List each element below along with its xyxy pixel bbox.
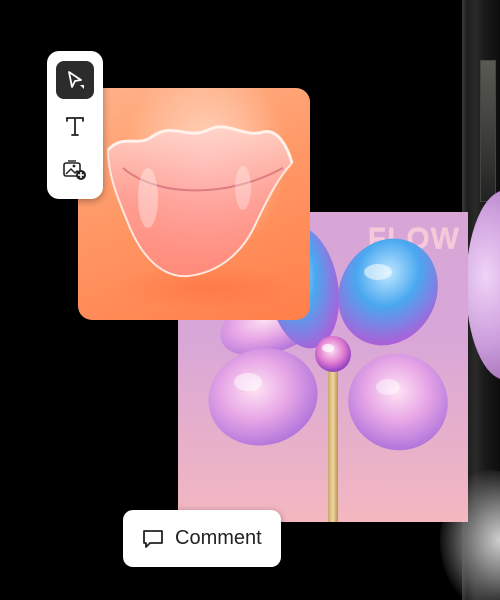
glass-bowl-illustration: [106, 125, 298, 310]
glass-bowl-image-card[interactable]: [78, 88, 310, 320]
select-tool-button[interactable]: [56, 61, 94, 99]
comment-button[interactable]: Comment: [123, 510, 281, 567]
comment-button-label: Comment: [175, 527, 262, 549]
canvas-stage: FLOW Comment: [0, 0, 500, 600]
add-image-tool-button[interactable]: [56, 151, 94, 189]
add-image-icon: [63, 160, 86, 180]
vertical-toolbar: [47, 51, 103, 199]
select-arrow-icon: [68, 71, 84, 89]
window-shape: [480, 60, 496, 202]
comment-bubble-icon: [141, 527, 165, 551]
text-tool-icon: [66, 117, 84, 136]
text-tool-button[interactable]: [56, 107, 94, 145]
